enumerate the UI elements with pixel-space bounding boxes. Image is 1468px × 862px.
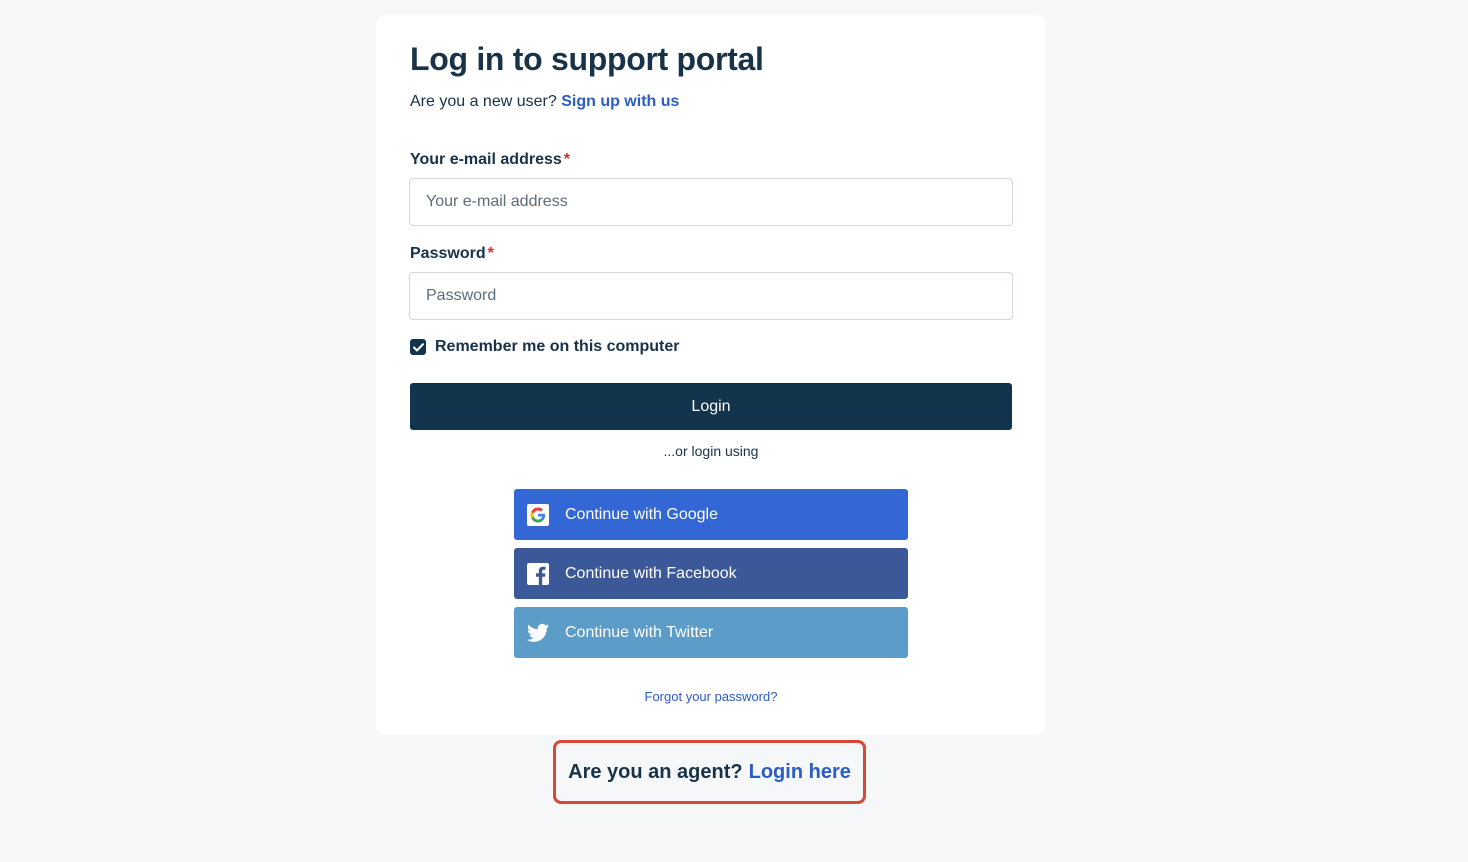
- remember-checkbox[interactable]: [410, 339, 426, 355]
- new-user-text: Are you a new user?: [410, 93, 557, 110]
- twitter-login-button[interactable]: Continue with Twitter: [514, 607, 908, 658]
- remember-label: Remember me on this computer: [435, 338, 680, 355]
- password-label-text: Password: [410, 245, 486, 262]
- checkmark-icon: [412, 342, 424, 351]
- facebook-login-button[interactable]: Continue with Facebook: [514, 548, 908, 599]
- google-button-label: Continue with Google: [565, 505, 718, 523]
- signup-link[interactable]: Sign up with us: [561, 93, 679, 110]
- required-mark: *: [563, 151, 570, 168]
- email-field[interactable]: [409, 178, 1013, 226]
- password-label: Password *: [410, 245, 494, 263]
- facebook-button-label: Continue with Facebook: [565, 564, 737, 582]
- agent-question: Are you an agent?: [568, 760, 743, 783]
- forgot-password-link[interactable]: Forgot your password?: [376, 689, 1046, 704]
- login-card: Log in to support portal Are you a new u…: [376, 15, 1046, 735]
- email-label: Your e-mail address *: [410, 151, 570, 169]
- agent-login-link[interactable]: Login here: [749, 761, 851, 784]
- or-login-using-text: ...or login using: [663, 443, 759, 459]
- twitter-button-label: Continue with Twitter: [565, 623, 714, 641]
- google-icon: [527, 503, 549, 526]
- page-title: Log in to support portal: [410, 41, 764, 77]
- agent-login-box: Are you an agent? Login here: [553, 740, 866, 804]
- login-button[interactable]: Login: [410, 383, 1012, 430]
- google-login-button[interactable]: Continue with Google: [514, 489, 908, 540]
- required-mark: *: [487, 245, 494, 262]
- password-field[interactable]: [409, 272, 1013, 320]
- email-label-text: Your e-mail address: [410, 151, 562, 168]
- facebook-icon: [527, 562, 549, 585]
- twitter-icon: [527, 622, 549, 644]
- signup-line: Are you a new user? Sign up with us: [410, 93, 679, 111]
- remember-me[interactable]: Remember me on this computer: [410, 338, 680, 356]
